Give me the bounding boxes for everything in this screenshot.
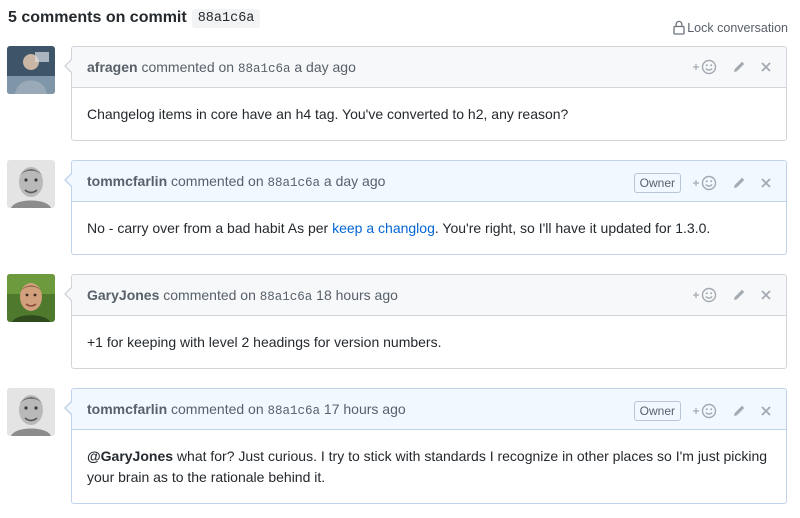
- owner-badge: Owner: [633, 401, 681, 421]
- comment-sha-link[interactable]: 88a1c6a: [268, 176, 321, 190]
- comment-text: No - carry over from a bad habit As per: [87, 220, 333, 236]
- comment-sha-link[interactable]: 88a1c6a: [238, 62, 291, 76]
- comment-author[interactable]: tommcfarlin: [87, 401, 167, 417]
- close-icon: [761, 62, 771, 72]
- comment-sha-link[interactable]: 88a1c6a: [268, 404, 321, 418]
- comments-header: 5 comments on commit 88a1c6a Lock convers…: [8, 7, 788, 35]
- comment-verb: commented on: [171, 173, 264, 189]
- comment-4: tommcfarlin commented on 88a1c6a 17 hour…: [64, 388, 787, 504]
- delete-comment-button[interactable]: [760, 289, 772, 301]
- comment-verb: commented on: [163, 287, 256, 303]
- add-reaction-button[interactable]: [692, 287, 718, 303]
- edit-comment-button[interactable]: [731, 287, 747, 303]
- comment-actions: [692, 59, 772, 75]
- delete-comment-button[interactable]: [760, 61, 772, 73]
- comment-actions: Owner: [633, 173, 772, 193]
- add-reaction-icon: [693, 175, 717, 191]
- comments-count-title: 5 comments on commit 88a1c6a: [8, 9, 261, 28]
- comment-3: GaryJones commented on 88a1c6a 18 hours …: [64, 274, 787, 369]
- pencil-icon: [734, 177, 745, 188]
- comment-sha-link[interactable]: 88a1c6a: [260, 290, 313, 304]
- comment-1: afragen commented on 88a1c6a a day ago C…: [64, 46, 787, 141]
- comment-timestamp[interactable]: 17 hours ago: [324, 401, 406, 417]
- comment-header: tommcfarlin commented on 88a1c6a a day a…: [72, 161, 786, 202]
- close-icon: [761, 178, 771, 188]
- comment-meta: GaryJones commented on 88a1c6a 18 hours …: [87, 287, 398, 304]
- close-icon: [761, 406, 771, 416]
- comment-header: afragen commented on 88a1c6a a day ago: [72, 47, 786, 88]
- comment-body: +1 for keeping with level 2 headings for…: [72, 316, 786, 353]
- owner-badge: Owner: [633, 173, 681, 193]
- lock-icon: [673, 20, 685, 35]
- comment-body: No - carry over from a bad habit As per …: [72, 202, 786, 239]
- pencil-icon: [734, 405, 745, 416]
- comment-text: Changelog items in core have an h4 tag. …: [87, 106, 569, 122]
- pencil-icon: [734, 61, 745, 72]
- avatar-afragen[interactable]: [7, 46, 55, 94]
- comment-timestamp[interactable]: 18 hours ago: [316, 287, 398, 303]
- comment-header: GaryJones commented on 88a1c6a 18 hours …: [72, 275, 786, 316]
- comment-2: tommcfarlin commented on 88a1c6a a day a…: [64, 160, 787, 255]
- commit-comments-page: 5 comments on commit 88a1c6a Lock convers…: [0, 0, 800, 518]
- keep-a-changelog-link[interactable]: keep a changlog: [332, 220, 435, 236]
- comment-meta: tommcfarlin commented on 88a1c6a 17 hour…: [87, 401, 406, 418]
- delete-comment-button[interactable]: [760, 177, 772, 189]
- comment-timestamp[interactable]: a day ago: [324, 173, 386, 189]
- add-reaction-icon: [693, 403, 717, 419]
- avatar-garyjones[interactable]: [7, 274, 55, 322]
- comment-actions: Owner: [633, 401, 772, 421]
- comment-text: +1 for keeping with level 2 headings for…: [87, 334, 442, 350]
- lock-conversation-button[interactable]: Lock conversation: [673, 20, 788, 35]
- title-text: 5 comments on commit: [8, 9, 187, 26]
- add-reaction-icon: [693, 59, 717, 75]
- avatar-tommcfarlin[interactable]: [7, 388, 55, 436]
- pencil-icon: [734, 289, 745, 300]
- comment-verb: commented on: [141, 59, 235, 75]
- avatar-tommcfarlin[interactable]: [7, 160, 55, 208]
- edit-comment-button[interactable]: [731, 175, 747, 191]
- comment-author[interactable]: GaryJones: [87, 287, 159, 303]
- comment-text-end: . You're right, so I'll have it updated …: [434, 220, 711, 236]
- edit-comment-button[interactable]: [731, 403, 747, 419]
- comment-body: @GaryJones what for? Just curious. I try…: [72, 430, 786, 488]
- comment-meta: tommcfarlin commented on 88a1c6a a day a…: [87, 173, 385, 190]
- comment-body: Changelog items in core have an h4 tag. …: [72, 88, 786, 125]
- add-reaction-button[interactable]: [692, 403, 718, 419]
- comment-verb: commented on: [171, 401, 264, 417]
- add-reaction-button[interactable]: [692, 59, 718, 75]
- delete-comment-button[interactable]: [760, 405, 772, 417]
- comment-author[interactable]: tommcfarlin: [87, 173, 167, 189]
- comment-meta: afragen commented on 88a1c6a a day ago: [87, 59, 356, 76]
- comment-text: what for? Just curious. I try to stick w…: [87, 448, 768, 485]
- comment-author[interactable]: afragen: [87, 59, 138, 75]
- commit-sha-badge[interactable]: 88a1c6a: [191, 9, 261, 28]
- add-reaction-icon: [693, 287, 717, 303]
- lock-conversation-label: Lock conversation: [687, 20, 788, 35]
- edit-comment-button[interactable]: [731, 59, 747, 75]
- close-icon: [761, 290, 771, 300]
- comment-timestamp[interactable]: a day ago: [294, 59, 356, 75]
- comment-header: tommcfarlin commented on 88a1c6a 17 hour…: [72, 389, 786, 430]
- comment-actions: [692, 287, 772, 303]
- user-mention-link[interactable]: @GaryJones: [87, 448, 173, 464]
- add-reaction-button[interactable]: [692, 175, 718, 191]
